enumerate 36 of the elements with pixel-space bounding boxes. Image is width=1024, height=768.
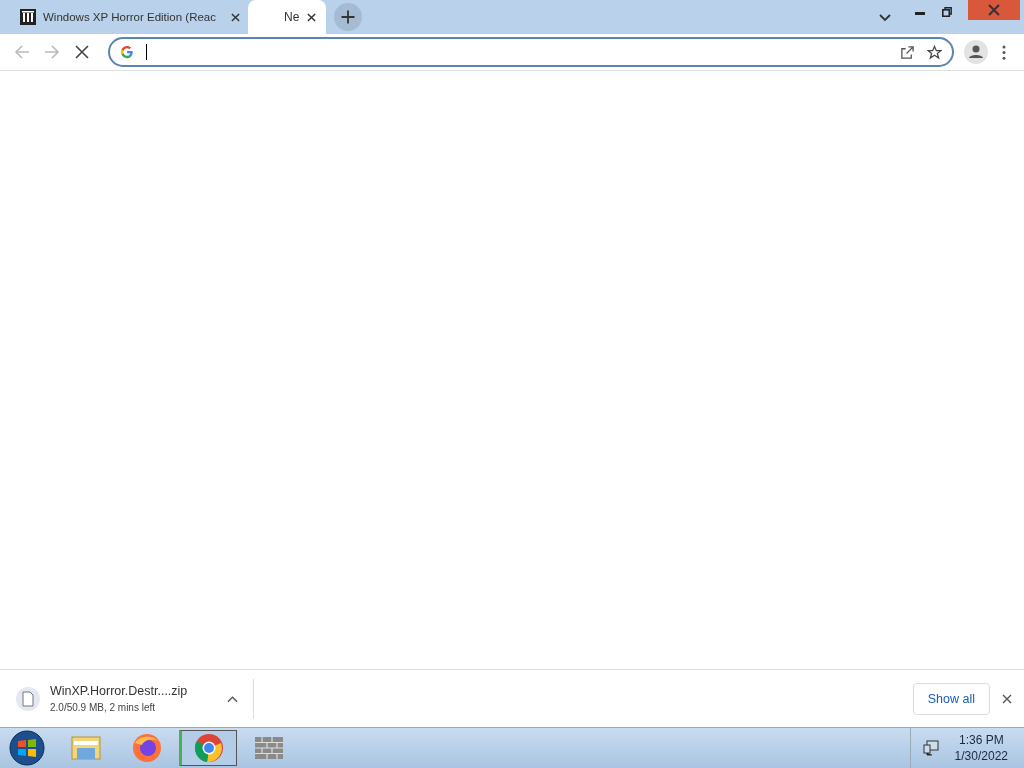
- close-icon[interactable]: [231, 12, 240, 22]
- menu-icon[interactable]: [1002, 44, 1006, 60]
- chrome-icon: [194, 733, 224, 763]
- star-icon[interactable]: [927, 44, 942, 60]
- tab-title: Windows XP Horror Edition (Reac: [43, 11, 217, 23]
- download-status: 2.0/50.9 MB, 2 mins left: [50, 702, 157, 713]
- restore-icon[interactable]: [942, 7, 952, 17]
- file-name: WinXP.Horror.Destr....zip: [50, 684, 189, 698]
- file-icon: [16, 686, 40, 711]
- google-icon: [120, 45, 134, 59]
- close-window-button[interactable]: [968, 0, 1020, 20]
- stop-icon[interactable]: [74, 44, 90, 60]
- taskbar-app[interactable]: [179, 730, 237, 766]
- brick-wall-icon: [254, 736, 284, 760]
- browser-tab[interactable]: Ne: [248, 0, 326, 34]
- new-tab-button[interactable]: [334, 3, 362, 31]
- network-icon[interactable]: [922, 740, 939, 756]
- tab-title: Ne: [284, 10, 300, 24]
- close-icon[interactable]: [1002, 693, 1012, 704]
- clock-date: 1/30/2022: [954, 749, 1008, 763]
- show-all-button[interactable]: Show all: [912, 682, 990, 715]
- caret-icon[interactable]: [227, 694, 238, 703]
- profile-icon[interactable]: [964, 40, 988, 64]
- browser-tab[interactable]: Windows XP Horror Edition (Reac: [8, 0, 248, 34]
- start-button[interactable]: [9, 730, 45, 766]
- folder-icon: [71, 735, 101, 761]
- download-item[interactable]: WinXP.Horror.Destr....zip 2.0/50.9 MB, 2 mins left: [0, 678, 254, 719]
- clock-time: 1:36 PM: [958, 733, 1004, 747]
- close-icon[interactable]: [307, 12, 317, 22]
- address-bar[interactable]: [108, 37, 954, 67]
- columns-icon: [20, 9, 36, 25]
- share-icon[interactable]: [900, 44, 915, 60]
- text-cursor: [146, 44, 147, 60]
- clock[interactable]: 1:36 PM 1/30/2022: [954, 733, 1008, 763]
- firefox-icon: [132, 733, 162, 763]
- chevron-down-icon[interactable]: [879, 14, 891, 22]
